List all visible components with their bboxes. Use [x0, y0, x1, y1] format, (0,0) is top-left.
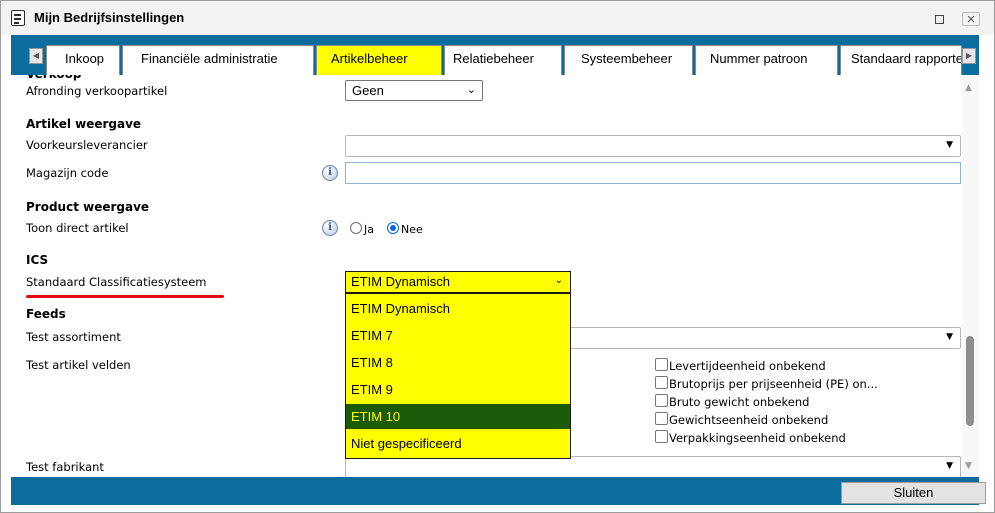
- tab-label: Artikelbeheer: [331, 51, 408, 66]
- dropdown-option-hovered[interactable]: ETIM 10: [346, 404, 570, 429]
- test-artikel-velden-label: Test artikel velden: [26, 358, 131, 372]
- section-heading-artikel-weergave: Artikel weergave: [26, 117, 142, 131]
- scrollbar-thumb[interactable]: [966, 336, 974, 426]
- tab-scroll-left-icon[interactable]: ◀: [29, 48, 43, 64]
- dropdown-option[interactable]: ETIM 8: [346, 350, 570, 375]
- checkbox-brutoprijs[interactable]: [655, 376, 668, 389]
- classificatiesysteem-label: Standaard Classificatiesysteem: [26, 275, 207, 289]
- footer-bar: Sluiten: [11, 477, 986, 505]
- dropdown-option[interactable]: ETIM Dynamisch: [346, 296, 570, 321]
- radio-ja[interactable]: [350, 222, 362, 234]
- chevron-down-icon: ⌄: [554, 275, 563, 286]
- section-heading-feeds: Feeds: [26, 307, 66, 321]
- checkbox-gewichtseenheid[interactable]: [655, 412, 668, 425]
- checkbox-levertijdeenheid[interactable]: [655, 358, 668, 371]
- tab-artikelbeheer[interactable]: Artikelbeheer: [316, 45, 442, 75]
- afronding-label: Afronding verkoopartikel: [26, 84, 168, 98]
- dropdown-option[interactable]: Niet gespecificeerd: [346, 431, 570, 456]
- magazijn-code-label: Magazijn code: [26, 166, 109, 180]
- classificatiesysteem-value: ETIM Dynamisch: [351, 274, 450, 289]
- chevron-down-icon: ▼: [946, 461, 953, 471]
- voorkeursleverancier-label: Voorkeursleverancier: [26, 138, 148, 152]
- radio-ja-label: Ja: [364, 223, 374, 236]
- info-icon[interactable]: i: [322, 165, 338, 181]
- checkbox-verpakkingseenheid[interactable]: [655, 430, 668, 443]
- tab-scroll-right-icon[interactable]: ▶: [962, 48, 976, 64]
- toon-direct-artikel-label: Toon direct artikel: [26, 221, 129, 235]
- checkbox-label: Bruto gewicht onbekend: [669, 395, 810, 409]
- tab-label: Systeembeheer: [581, 51, 673, 66]
- tab-inkoop[interactable]: Inkoop: [46, 45, 120, 75]
- scroll-down-icon[interactable]: ▼: [965, 461, 972, 471]
- test-assortiment-label: Test assortiment: [26, 330, 121, 344]
- test-fabrikant-label: Test fabrikant: [26, 460, 104, 474]
- classificatiesysteem-dropdown: ETIM Dynamisch ETIM 7 ETIM 8 ETIM 9 ETIM…: [345, 293, 571, 459]
- afronding-select[interactable]: Geen ⌄: [345, 80, 483, 101]
- checkbox-label: Gewichtseenheid onbekend: [669, 413, 829, 427]
- tab-relatiebeheer[interactable]: Relatiebeheer: [444, 45, 562, 75]
- radio-nee[interactable]: [387, 222, 399, 234]
- chevron-down-icon: ▼: [946, 140, 953, 150]
- magazijn-code-input[interactable]: [345, 162, 961, 184]
- voorkeursleverancier-select[interactable]: ▼: [345, 135, 961, 157]
- close-icon[interactable]: ✕: [962, 12, 980, 26]
- radio-nee-label: Nee: [401, 223, 423, 236]
- close-button[interactable]: Sluiten: [841, 482, 986, 504]
- settings-window: Mijn Bedrijfsinstellingen ✕ ◀ Inkoop Fin…: [0, 0, 995, 513]
- tab-label: Nummer patroon: [710, 51, 808, 66]
- tab-nummer-patroon[interactable]: Nummer patroon: [695, 45, 838, 75]
- section-heading-product-weergave: Product weergave: [26, 200, 150, 214]
- dropdown-option[interactable]: ETIM 7: [346, 323, 570, 348]
- vertical-scrollbar[interactable]: ▲ ▼: [962, 75, 979, 477]
- tab-label: Financiële administratie: [141, 51, 278, 66]
- tab-standaard-rapporten[interactable]: Standaard rapporten: [840, 45, 962, 75]
- tab-bar: ◀ Inkoop Financiële administratie Artike…: [11, 35, 979, 75]
- info-icon[interactable]: i: [322, 220, 338, 236]
- section-heading-ics: ICS: [26, 253, 49, 267]
- checkbox-label: Levertijdeenheid onbekend: [669, 359, 826, 373]
- settings-content: Verkoop Afronding verkoopartikel Geen ⌄ …: [11, 75, 972, 477]
- window-title: Mijn Bedrijfsinstellingen: [34, 10, 185, 25]
- maximize-icon[interactable]: [930, 12, 948, 26]
- tab-systeembeheer[interactable]: Systeembeheer: [564, 45, 693, 75]
- chevron-down-icon: ⌄: [466, 84, 476, 96]
- tab-label: Relatiebeheer: [453, 51, 534, 66]
- test-fabrikant-select[interactable]: ▼: [345, 456, 961, 477]
- chevron-down-icon: ▼: [946, 332, 953, 342]
- section-heading-cut: Verkoop: [26, 75, 81, 81]
- red-underline: [26, 295, 224, 298]
- scroll-up-icon[interactable]: ▲: [965, 83, 972, 93]
- afronding-value: Geen: [352, 83, 384, 98]
- tab-financiele-administratie[interactable]: Financiële administratie: [122, 45, 314, 75]
- dropdown-option[interactable]: ETIM 9: [346, 377, 570, 402]
- classificatiesysteem-select[interactable]: ETIM Dynamisch ⌄: [345, 271, 571, 293]
- checkbox-label: Brutoprijs per prijseenheid (PE) on...: [669, 377, 878, 391]
- title-bar: Mijn Bedrijfsinstellingen ✕: [1, 1, 994, 35]
- tab-label: Standaard rapporten: [851, 51, 962, 66]
- document-list-icon: [11, 10, 25, 26]
- checkbox-label: Verpakkingseenheid onbekend: [669, 431, 846, 445]
- tab-label: Inkoop: [65, 51, 105, 66]
- checkbox-bruto-gewicht[interactable]: [655, 394, 668, 407]
